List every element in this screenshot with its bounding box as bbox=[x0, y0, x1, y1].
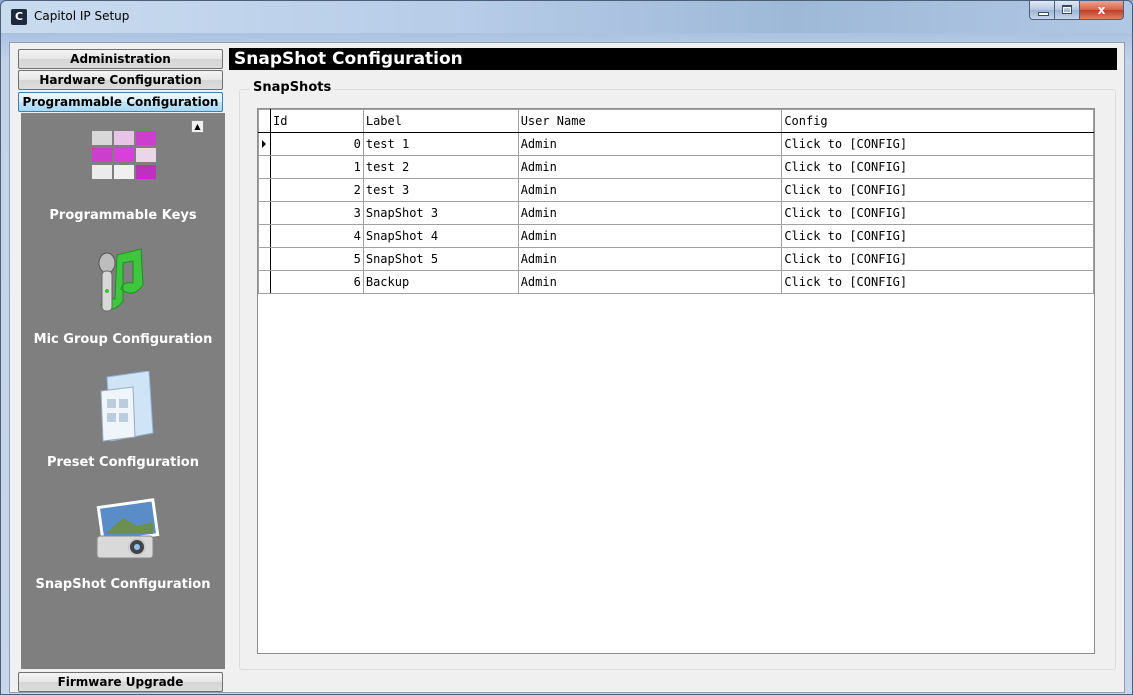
cell-id[interactable]: 0 bbox=[269, 132, 364, 156]
cell-config[interactable]: Click to [CONFIG] bbox=[781, 178, 1094, 202]
nav-programmable-configuration-button[interactable]: Programmable Configuration bbox=[18, 92, 223, 112]
table-row[interactable]: 2 test 3 Admin Click to [CONFIG] bbox=[258, 178, 1094, 202]
page-title: SnapShot Configuration bbox=[229, 48, 1117, 70]
cell-user-name[interactable]: Admin bbox=[517, 178, 783, 202]
programmable-keys-label: Programmable Keys bbox=[49, 208, 197, 223]
cell-label[interactable]: Backup bbox=[362, 270, 519, 294]
app-window: C Capitol IP Setup x Administration Hard… bbox=[0, 0, 1133, 695]
cell-id[interactable]: 3 bbox=[269, 201, 364, 225]
mic-group-label: Mic Group Configuration bbox=[33, 332, 213, 347]
cell-label[interactable]: SnapShot 5 bbox=[362, 247, 519, 271]
preset-configuration-item[interactable]: Preset Configuration bbox=[21, 371, 225, 486]
title-bar[interactable]: C Capitol IP Setup x bbox=[1, 1, 1132, 33]
snapshot-camera-icon bbox=[96, 498, 160, 559]
table-header-row: Id Label User Name Config bbox=[258, 109, 1094, 133]
cell-config[interactable]: Click to [CONFIG] bbox=[781, 247, 1094, 271]
cell-user-name[interactable]: Admin bbox=[517, 270, 783, 294]
cell-config[interactable]: Click to [CONFIG] bbox=[781, 270, 1094, 294]
column-header-id[interactable]: Id bbox=[269, 109, 364, 133]
client-area: Administration Hardware Configuration Pr… bbox=[9, 42, 1125, 693]
table-row[interactable]: 3 SnapShot 3 Admin Click to [CONFIG] bbox=[258, 201, 1094, 225]
row-header-corner bbox=[258, 109, 271, 133]
column-header-user-name[interactable]: User Name bbox=[517, 109, 783, 133]
mic-group-item[interactable]: Mic Group Configuration bbox=[21, 245, 225, 363]
window-title: Capitol IP Setup bbox=[34, 9, 130, 23]
row-selector[interactable] bbox=[258, 224, 271, 248]
cell-id[interactable]: 1 bbox=[269, 155, 364, 179]
snapshot-configuration-label: SnapShot Configuration bbox=[35, 577, 211, 592]
cell-id[interactable]: 4 bbox=[269, 224, 364, 248]
cell-config[interactable]: Click to [CONFIG] bbox=[781, 132, 1094, 156]
table-row[interactable]: 4 SnapShot 4 Admin Click to [CONFIG] bbox=[258, 224, 1094, 248]
row-selector[interactable] bbox=[258, 201, 271, 225]
cell-label[interactable]: SnapShot 4 bbox=[362, 224, 519, 248]
nav-hardware-configuration-button[interactable]: Hardware Configuration bbox=[18, 70, 223, 90]
cell-label[interactable]: SnapShot 3 bbox=[362, 201, 519, 225]
cell-user-name[interactable]: Admin bbox=[517, 201, 783, 225]
cell-id[interactable]: 6 bbox=[269, 270, 364, 294]
cell-label[interactable]: test 2 bbox=[362, 155, 519, 179]
table-row[interactable]: 6 Backup Admin Click to [CONFIG] bbox=[258, 270, 1094, 294]
current-row-arrow-icon bbox=[262, 140, 266, 148]
nav-firmware-upgrade-button[interactable]: Firmware Upgrade bbox=[18, 672, 223, 692]
nav-administration-button[interactable]: Administration bbox=[18, 49, 223, 69]
cell-user-name[interactable]: Admin bbox=[517, 132, 783, 156]
row-selector[interactable] bbox=[258, 270, 271, 294]
mic-group-icon bbox=[98, 248, 144, 312]
column-header-config[interactable]: Config bbox=[781, 109, 1094, 133]
row-selector[interactable] bbox=[258, 247, 271, 271]
cell-config[interactable]: Click to [CONFIG] bbox=[781, 224, 1094, 248]
column-header-label[interactable]: Label bbox=[362, 109, 519, 133]
snapshot-configuration-item[interactable]: SnapShot Configuration bbox=[21, 496, 225, 616]
app-icon: C bbox=[11, 9, 27, 25]
programmable-panel: ▲ Programmable Keys Mic Group Configurat… bbox=[21, 113, 225, 669]
cell-user-name[interactable]: Admin bbox=[517, 155, 783, 179]
snapshots-table[interactable]: Id Label User Name Config 0 test 1 Admin… bbox=[257, 108, 1095, 654]
close-button[interactable]: x bbox=[1080, 1, 1124, 20]
cell-id[interactable]: 2 bbox=[269, 178, 364, 202]
table-row[interactable]: 5 SnapShot 5 Admin Click to [CONFIG] bbox=[258, 247, 1094, 271]
preset-folder-icon bbox=[100, 371, 154, 442]
cell-label[interactable]: test 3 bbox=[362, 178, 519, 202]
table-row[interactable]: 0 test 1 Admin Click to [CONFIG] bbox=[258, 132, 1094, 156]
preset-configuration-label: Preset Configuration bbox=[46, 455, 199, 470]
cell-user-name[interactable]: Admin bbox=[517, 224, 783, 248]
table-row[interactable]: 1 test 2 Admin Click to [CONFIG] bbox=[258, 155, 1094, 179]
programmable-keys-icon bbox=[92, 131, 156, 179]
sidebar: Administration Hardware Configuration Pr… bbox=[18, 46, 227, 694]
window-controls: x bbox=[1029, 1, 1124, 20]
row-selector[interactable] bbox=[258, 132, 271, 156]
cell-user-name[interactable]: Admin bbox=[517, 247, 783, 271]
maximize-button[interactable] bbox=[1055, 1, 1080, 20]
row-selector[interactable] bbox=[258, 178, 271, 202]
cell-label[interactable]: test 1 bbox=[362, 132, 519, 156]
minimize-button[interactable] bbox=[1029, 1, 1055, 20]
cell-id[interactable]: 5 bbox=[269, 247, 364, 271]
cell-config[interactable]: Click to [CONFIG] bbox=[781, 155, 1094, 179]
cell-config[interactable]: Click to [CONFIG] bbox=[781, 201, 1094, 225]
snapshots-group-label: SnapShots bbox=[250, 80, 335, 95]
row-selector[interactable] bbox=[258, 155, 271, 179]
programmable-keys-item[interactable]: Programmable Keys bbox=[21, 127, 225, 237]
